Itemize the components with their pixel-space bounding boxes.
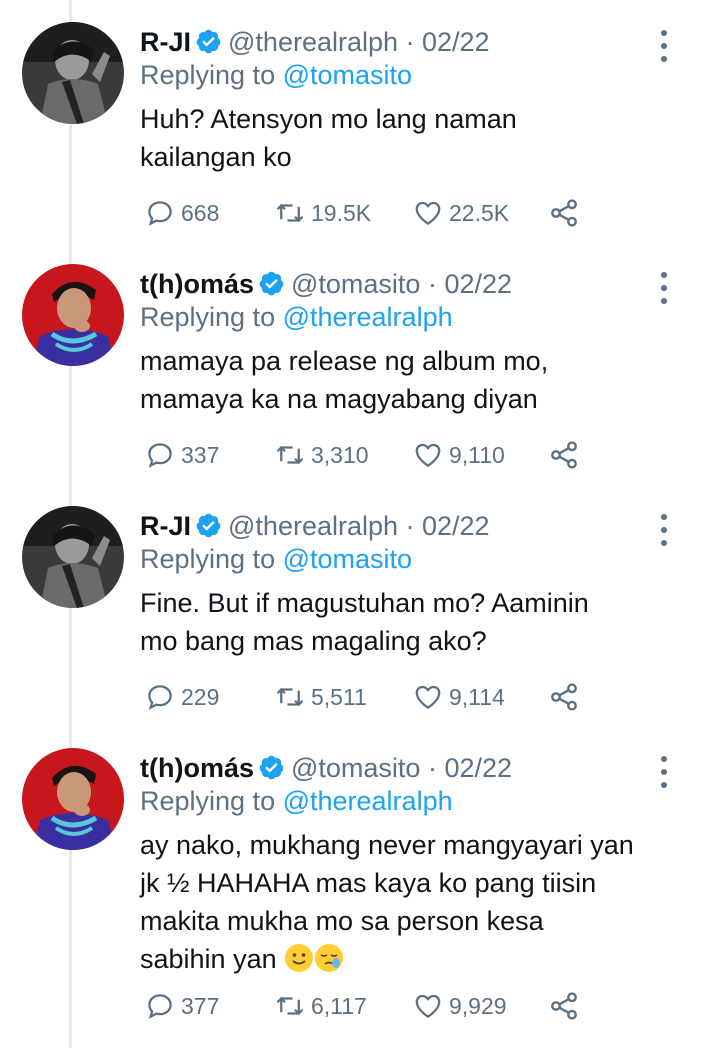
reply-icon: [148, 443, 172, 468]
tweet-actions: 229 5,511 9,114: [145, 679, 585, 715]
replying-to: Replying to @therealralph: [140, 300, 453, 334]
avatar[interactable]: [22, 748, 124, 850]
avatar[interactable]: [22, 22, 124, 124]
tweet-text: Fine. But if magustuhan mo? Aaminin mo b…: [140, 588, 589, 656]
tweet[interactable]: R-JI @therealralph · 02/22 Replying to @t…: [0, 0, 719, 250]
retweet-button[interactable]: 3,310: [275, 437, 369, 473]
tweet-header: R-JI @therealralph · 02/22: [140, 22, 490, 62]
reply-button[interactable]: 229: [145, 679, 219, 715]
like-count: 9,114: [449, 683, 505, 710]
retweet-icon: [276, 687, 304, 707]
verified-badge-icon: [196, 29, 221, 54]
replying-to-mention[interactable]: @tomasito: [283, 544, 412, 574]
replying-to-mention[interactable]: @tomasito: [283, 60, 412, 90]
replying-to: Replying to @therealralph: [140, 784, 453, 818]
replying-to-label: Replying to: [140, 786, 283, 816]
tweet[interactable]: t(h)omás @tomasito · 02/22 Replying to @t…: [0, 242, 719, 492]
like-button[interactable]: 9,114: [413, 679, 505, 715]
reply-button[interactable]: 377: [145, 988, 219, 1024]
reply-icon: [148, 685, 172, 710]
slightly-smiling-face-icon: [285, 944, 314, 972]
retweet-icon: [276, 996, 304, 1016]
reply-count: 337: [181, 441, 220, 468]
tweet-header: R-JI @therealralph · 02/22: [140, 506, 490, 546]
like-count: 22.5K: [449, 199, 510, 226]
more-options-icon[interactable]: [657, 270, 671, 306]
share-icon[interactable]: [548, 437, 580, 473]
retweet-count: 3,310: [311, 441, 369, 468]
like-icon: [415, 201, 441, 225]
reply-button[interactable]: 668: [145, 195, 219, 231]
retweet-button[interactable]: 5,511: [275, 679, 367, 715]
reply-count: 668: [181, 199, 220, 226]
like-button[interactable]: 22.5K: [413, 195, 509, 231]
tweet-actions: 377 6,117 9,929: [145, 988, 585, 1024]
tweet-text-body: ay nako, mukhang never mangyayari yan jk…: [140, 830, 634, 974]
reply-icon: [148, 994, 172, 1019]
reply-count: 229: [181, 683, 220, 710]
tweet-actions: 337 3,310 9,110: [145, 437, 585, 473]
avatar[interactable]: [22, 264, 124, 366]
verified-badge-icon: [196, 513, 221, 538]
replying-to-label: Replying to: [140, 60, 283, 90]
display-name[interactable]: R-JI: [140, 511, 191, 541]
share-icon[interactable]: [548, 988, 580, 1024]
display-name[interactable]: t(h)omás: [140, 269, 254, 299]
handle-and-date: @therealralph · 02/22: [228, 511, 490, 541]
handle-and-date: @therealralph · 02/22: [228, 27, 490, 57]
retweet-button[interactable]: 19.5K: [275, 195, 371, 231]
tweet-text: ay nako, mukhang never mangyayari yan jk…: [140, 826, 685, 978]
sleepy-face-icon: [315, 944, 344, 972]
tweet-text: Huh? Atensyon mo lang naman kailangan ko: [140, 104, 517, 172]
reply-button[interactable]: 337: [145, 437, 219, 473]
tweet-text: mamaya pa release ng album mo, mamaya ka…: [140, 346, 549, 414]
like-icon: [415, 685, 441, 709]
more-options-icon[interactable]: [657, 28, 671, 64]
more-options-icon[interactable]: [657, 512, 671, 548]
share-icon[interactable]: [548, 679, 580, 715]
retweet-count: 19.5K: [311, 199, 372, 226]
replying-to-label: Replying to: [140, 544, 283, 574]
avatar[interactable]: [22, 506, 124, 608]
reply-icon: [148, 201, 172, 226]
replying-to-label: Replying to: [140, 302, 283, 332]
like-count: 9,929: [449, 992, 507, 1019]
handle-and-date: @tomasito · 02/22: [291, 753, 513, 783]
retweet-count: 5,511: [311, 683, 367, 710]
like-button[interactable]: 9,929: [413, 988, 507, 1024]
retweet-icon: [276, 445, 304, 465]
tweet-header: t(h)omás @tomasito · 02/22: [140, 264, 512, 304]
retweet-button[interactable]: 6,117: [275, 988, 367, 1024]
handle-and-date: @tomasito · 02/22: [291, 269, 513, 299]
display-name[interactable]: R-JI: [140, 27, 191, 57]
like-count: 9,110: [449, 441, 505, 468]
replying-to: Replying to @tomasito: [140, 58, 412, 92]
verified-badge-icon: [259, 755, 284, 780]
like-icon: [415, 994, 441, 1018]
replying-to-mention[interactable]: @therealralph: [283, 302, 453, 332]
verified-badge-icon: [259, 271, 284, 296]
replying-to-mention[interactable]: @therealralph: [283, 786, 453, 816]
replying-to: Replying to @tomasito: [140, 542, 412, 576]
more-options-icon[interactable]: [657, 754, 671, 790]
share-icon[interactable]: [548, 195, 580, 231]
tweet[interactable]: R-JI @therealralph · 02/22 Replying to @t…: [0, 484, 719, 734]
reply-count: 377: [181, 992, 220, 1019]
display-name[interactable]: t(h)omás: [140, 753, 254, 783]
retweet-icon: [276, 203, 304, 223]
tweet-actions: 668 19.5K 22.5K: [145, 195, 585, 231]
tweet-header: t(h)omás @tomasito · 02/22: [140, 748, 512, 788]
like-icon: [415, 443, 441, 467]
like-button[interactable]: 9,110: [413, 437, 505, 473]
tweet[interactable]: t(h)omás @tomasito · 02/22 Replying to @t…: [0, 726, 719, 1048]
retweet-count: 6,117: [311, 992, 367, 1019]
